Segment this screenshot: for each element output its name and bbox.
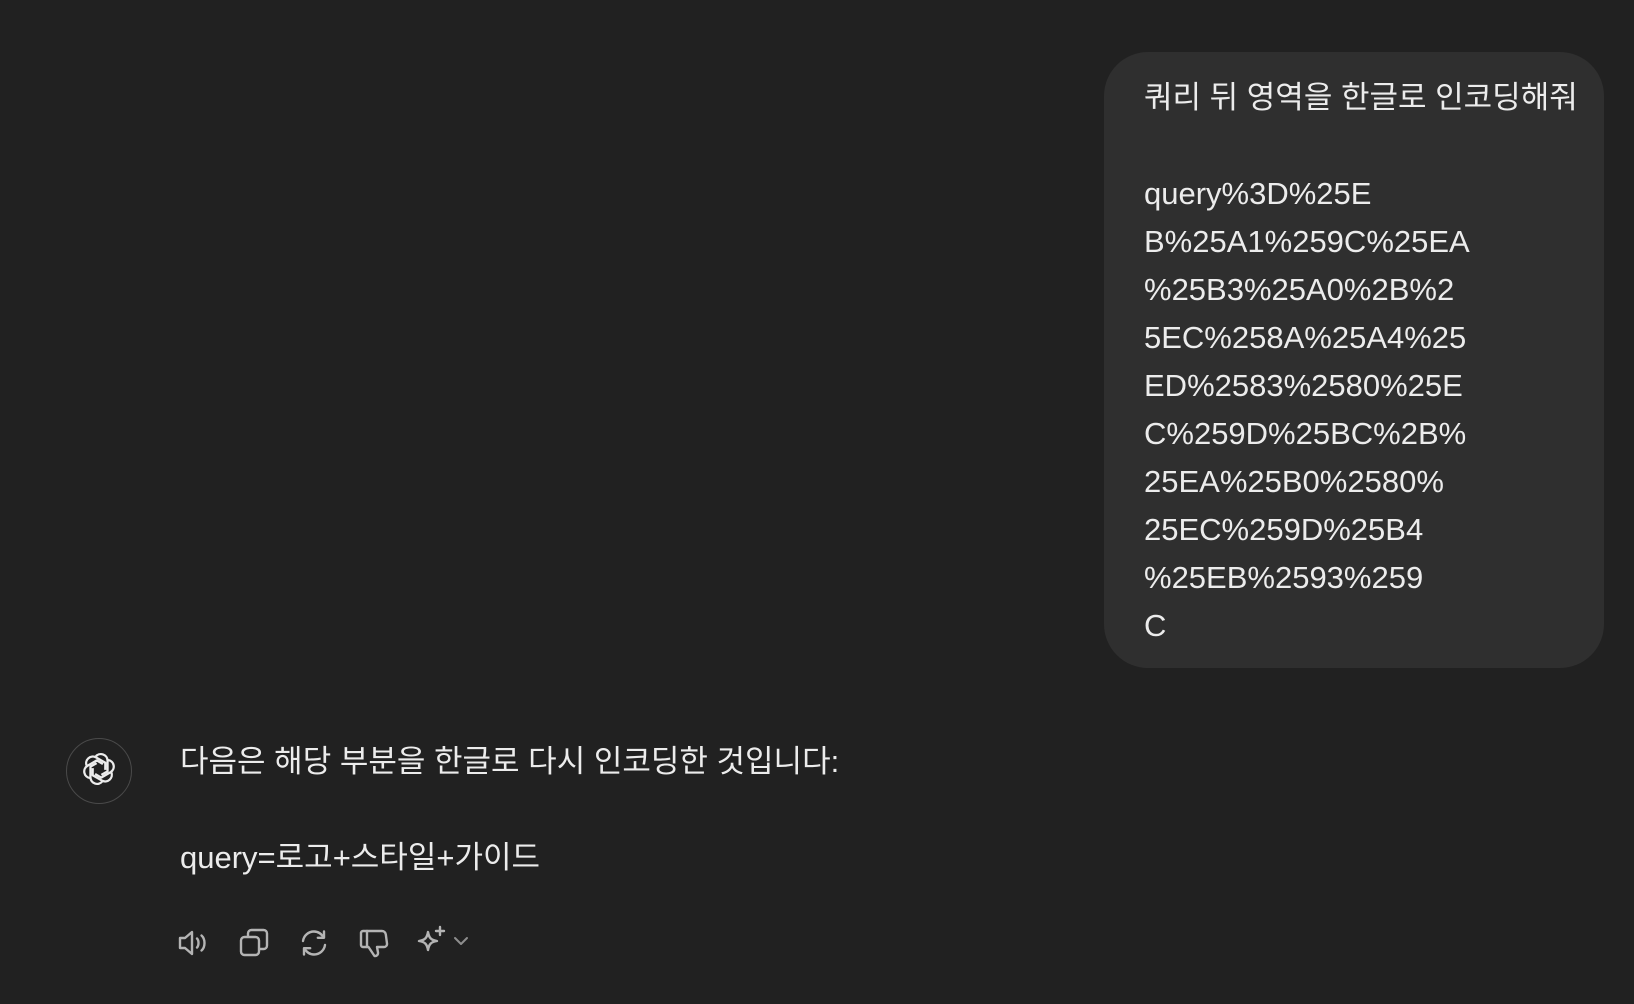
sparkle-icon <box>414 923 450 964</box>
avatar <box>66 738 132 804</box>
user-message-line: 쿼리 뒤 영역을 한글로 인코딩해줘 <box>1144 80 1578 115</box>
user-message-line: %25EB%2593%259 <box>1144 560 1424 595</box>
user-message-line: %25B3%25A0%2B%2 <box>1144 272 1455 307</box>
chevron-down-icon <box>450 930 472 957</box>
speaker-icon <box>176 925 212 961</box>
assistant-message-line: 다음은 해당 부분을 한글로 다시 인코딩한 것입니다: <box>180 744 840 779</box>
copy-button[interactable] <box>234 923 274 963</box>
message-actions <box>174 923 472 963</box>
user-message-line: 5EC%258A%25A4%25 <box>1144 320 1467 355</box>
read-aloud-button[interactable] <box>174 923 214 963</box>
user-message-line: query%3D%25E <box>1144 176 1372 211</box>
openai-logo-icon <box>80 750 118 793</box>
thumbs-down-icon <box>356 925 392 961</box>
user-message-line: C <box>1144 608 1167 643</box>
user-message-line: B%25A1%259C%25EA <box>1144 224 1470 259</box>
regenerate-icon <box>296 925 332 961</box>
switch-model-button[interactable] <box>414 923 472 963</box>
assistant-message-blank-line <box>180 786 839 834</box>
regenerate-button[interactable] <box>294 923 334 963</box>
assistant-message-text: 다음은 해당 부분을 한글로 다시 인코딩한 것입니다: query=로고+스타… <box>180 738 839 882</box>
chat-thread: 쿼리 뒤 영역을 한글로 인코딩해줘 query%3D%25E B%25A1%2… <box>0 0 1634 1004</box>
user-message-blank-line <box>1144 122 1564 170</box>
user-message-bubble: 쿼리 뒤 영역을 한글로 인코딩해줘 query%3D%25E B%25A1%2… <box>1104 52 1604 668</box>
user-message-line: 25EC%259D%25B4 <box>1144 512 1424 547</box>
user-message-line: 25EA%25B0%2580% <box>1144 464 1444 499</box>
thumbs-down-button[interactable] <box>354 923 394 963</box>
user-message-line: C%259D%25BC%2B% <box>1144 416 1467 451</box>
copy-icon <box>236 925 272 961</box>
user-message-line: ED%2583%2580%25E <box>1144 368 1463 403</box>
assistant-message-line: query=로고+스타일+가이드 <box>180 840 541 875</box>
